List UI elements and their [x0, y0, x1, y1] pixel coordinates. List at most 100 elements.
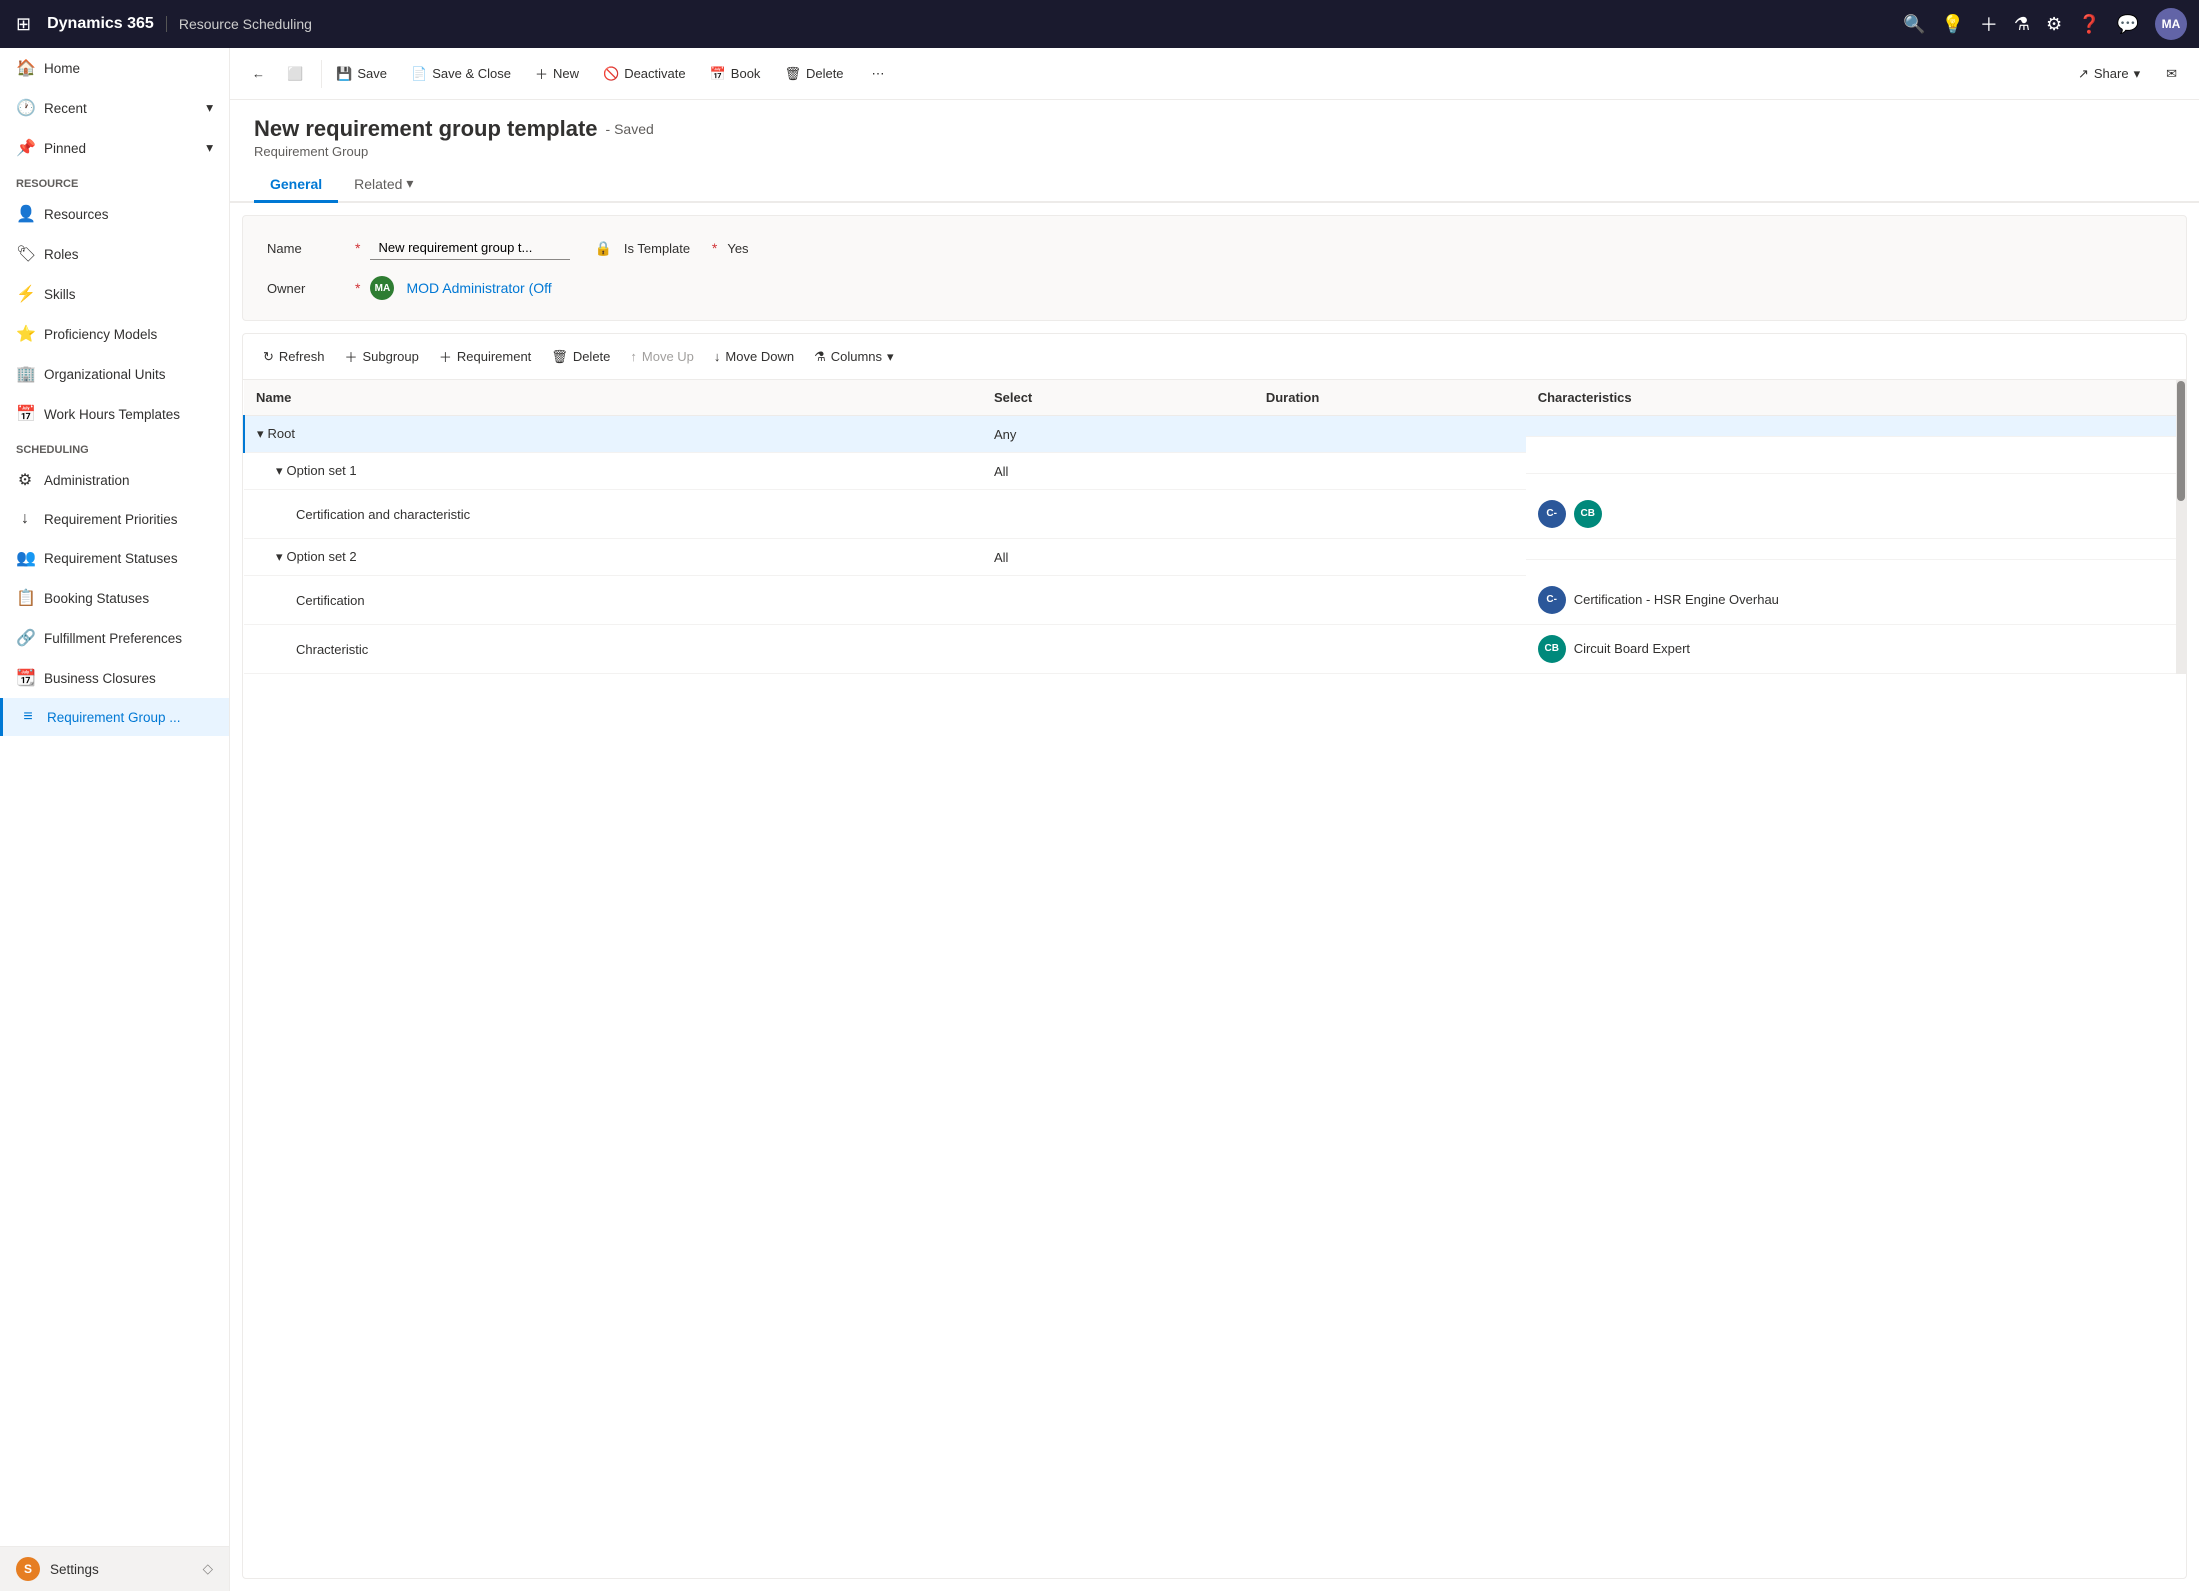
share-button[interactable]: ↗ Share ▾: [2068, 60, 2150, 88]
sidebar-item-req-group-templates[interactable]: ≡ Requirement Group ...: [0, 698, 229, 736]
save-close-label: Save & Close: [432, 66, 511, 81]
characteristic-text: Certification - HSR Engine Overhau: [1574, 592, 1779, 607]
save-close-icon: 📄: [411, 66, 427, 82]
grid-table: Name Select Duration Characteristics ▾Ro…: [243, 380, 2186, 674]
save-close-button[interactable]: 📄 Save & Close: [401, 60, 521, 88]
sidebar-label-proficiency: Proficiency Models: [44, 327, 157, 342]
refresh-button[interactable]: ↻ Refresh: [255, 344, 332, 370]
table-row[interactable]: CertificationC-Certification - HSR Engin…: [244, 576, 2186, 625]
move-up-icon: ↑: [630, 349, 637, 364]
row-name-text: Root: [268, 426, 295, 441]
waffle-icon[interactable]: ⊞: [12, 10, 35, 39]
columns-button[interactable]: ⚗ Columns ▾: [806, 344, 901, 370]
row-duration-cell: [1254, 576, 1526, 625]
grid-delete-button[interactable]: 🗑 Delete: [543, 344, 618, 370]
sidebar-item-administration[interactable]: ⚙ Administration: [0, 460, 229, 500]
refresh-label: Refresh: [279, 349, 325, 364]
popup-button[interactable]: ⬜: [277, 60, 313, 88]
owner-field: Owner * MA MOD Administrator (Off: [267, 276, 567, 300]
requirement-button[interactable]: ＋ Requirement: [431, 342, 539, 371]
row-chevron-icon: ▾: [257, 426, 264, 441]
row-name-cell: ▾ Root: [244, 416, 982, 453]
req-statuses-icon: 👥: [16, 548, 34, 568]
chat-icon[interactable]: 💬: [2117, 14, 2139, 35]
columns-chevron-icon: ▾: [887, 349, 894, 365]
row-select-cell: Any: [982, 416, 1254, 453]
sidebar-item-resources[interactable]: 👤 Resources: [0, 194, 229, 234]
sidebar-item-req-statuses[interactable]: 👥 Requirement Statuses: [0, 538, 229, 578]
filter-icon[interactable]: ⚗: [2014, 14, 2030, 35]
form-row-owner: Owner * MA MOD Administrator (Off: [267, 276, 2162, 300]
content-area: ← ⬜ 💾 Save 📄 Save & Close ＋ New 🚫 Deacti: [230, 48, 2199, 1591]
new-icon: ＋: [535, 64, 548, 83]
more-button[interactable]: ⋯: [862, 60, 895, 88]
app-brand: Dynamics 365: [47, 15, 154, 33]
grid-scroll-thumb[interactable]: [2177, 381, 2185, 501]
new-button[interactable]: ＋ New: [525, 58, 589, 89]
sidebar-label-business-closures: Business Closures: [44, 671, 156, 686]
email-button[interactable]: ✉: [2156, 60, 2187, 88]
sidebar-item-req-priorities[interactable]: ↓ Requirement Priorities: [0, 500, 229, 538]
subgroup-label: Subgroup: [362, 349, 418, 364]
settings-icon[interactable]: ⚙: [2046, 14, 2062, 35]
delete-label: Delete: [806, 66, 844, 81]
user-avatar[interactable]: MA: [2155, 8, 2187, 40]
org-units-icon: 🏢: [16, 364, 34, 384]
add-icon[interactable]: ＋: [1980, 11, 1998, 37]
sidebar-label-work-hours: Work Hours Templates: [44, 407, 180, 422]
refresh-icon: ↻: [263, 349, 274, 365]
req-priorities-icon: ↓: [16, 510, 34, 528]
deactivate-button[interactable]: 🚫 Deactivate: [593, 60, 696, 88]
requirement-icon: ＋: [439, 347, 452, 366]
row-duration-cell: [1254, 453, 1526, 490]
top-navigation: ⊞ Dynamics 365 Resource Scheduling 🔍 💡 ＋…: [0, 0, 2199, 48]
move-up-button[interactable]: ↑ Move Up: [622, 344, 702, 369]
back-button[interactable]: ←: [242, 60, 275, 87]
deactivate-icon: 🚫: [603, 66, 619, 82]
row-name-cell: Certification: [244, 576, 982, 625]
sidebar-item-recent[interactable]: 🕐 Recent ▾: [0, 88, 229, 128]
recent-icon: 🕐: [16, 98, 34, 118]
tab-related[interactable]: Related ▾: [338, 167, 429, 203]
sidebar-item-fulfillment[interactable]: 🔗 Fulfillment Preferences: [0, 618, 229, 658]
sidebar-item-booking-statuses[interactable]: 📋 Booking Statuses: [0, 578, 229, 618]
sidebar: 🏠 Home 🕐 Recent ▾ 📌 Pinned ▾ Resource 👤 …: [0, 48, 230, 1591]
move-down-button[interactable]: ↓ Move Down: [706, 344, 802, 369]
sidebar-item-pinned[interactable]: 📌 Pinned ▾: [0, 128, 229, 168]
book-button[interactable]: 📅 Book: [700, 60, 771, 88]
col-header-duration: Duration: [1254, 380, 1526, 416]
name-required: *: [355, 240, 360, 256]
booking-statuses-icon: 📋: [16, 588, 34, 608]
help-icon[interactable]: ❓: [2078, 14, 2100, 35]
tab-general[interactable]: General: [254, 168, 338, 203]
grid-scrollbar[interactable]: [2176, 380, 2186, 674]
page-header: New requirement group template - Saved R…: [230, 100, 2199, 159]
search-icon[interactable]: 🔍: [1903, 14, 1925, 35]
sidebar-item-proficiency-models[interactable]: ⭐ Proficiency Models: [0, 314, 229, 354]
sidebar-item-roles[interactable]: 🏷 Roles: [0, 234, 229, 274]
sidebar-item-settings[interactable]: S Settings ◇: [0, 1547, 229, 1591]
row-name-text: Certification and characteristic: [296, 507, 470, 522]
sidebar-item-work-hours[interactable]: 📅 Work Hours Templates: [0, 394, 229, 434]
table-row[interactable]: ▾ Root Any: [244, 416, 2186, 453]
sidebar-item-org-units[interactable]: 🏢 Organizational Units: [0, 354, 229, 394]
save-button[interactable]: 💾 Save: [326, 60, 397, 88]
subgroup-button[interactable]: ＋ Subgroup: [336, 342, 426, 371]
sidebar-label-req-priorities: Requirement Priorities: [44, 512, 178, 527]
sidebar-label-settings: Settings: [50, 1562, 99, 1577]
sidebar-item-business-closures[interactable]: 📆 Business Closures: [0, 658, 229, 698]
table-row[interactable]: ChracteristicCBCircuit Board Expert: [244, 625, 2186, 674]
delete-button[interactable]: 🗑 Delete: [774, 60, 853, 88]
sidebar-item-home[interactable]: 🏠 Home: [0, 48, 229, 88]
name-input[interactable]: [370, 236, 570, 260]
owner-link[interactable]: MOD Administrator (Off: [406, 280, 551, 296]
idea-icon[interactable]: 💡: [1941, 14, 1963, 35]
row-name-cell: Certification and characteristic: [244, 490, 982, 539]
sidebar-item-skills[interactable]: ⚡ Skills: [0, 274, 229, 314]
table-row[interactable]: ▾Option set 1All: [244, 453, 2186, 490]
main-layout: 🏠 Home 🕐 Recent ▾ 📌 Pinned ▾ Resource 👤 …: [0, 48, 2199, 1591]
popup-icon: ⬜: [287, 66, 303, 82]
sidebar-label-administration: Administration: [44, 473, 130, 488]
table-row[interactable]: Certification and characteristicC-CB: [244, 490, 2186, 539]
table-row[interactable]: ▾Option set 2All: [244, 539, 2186, 576]
